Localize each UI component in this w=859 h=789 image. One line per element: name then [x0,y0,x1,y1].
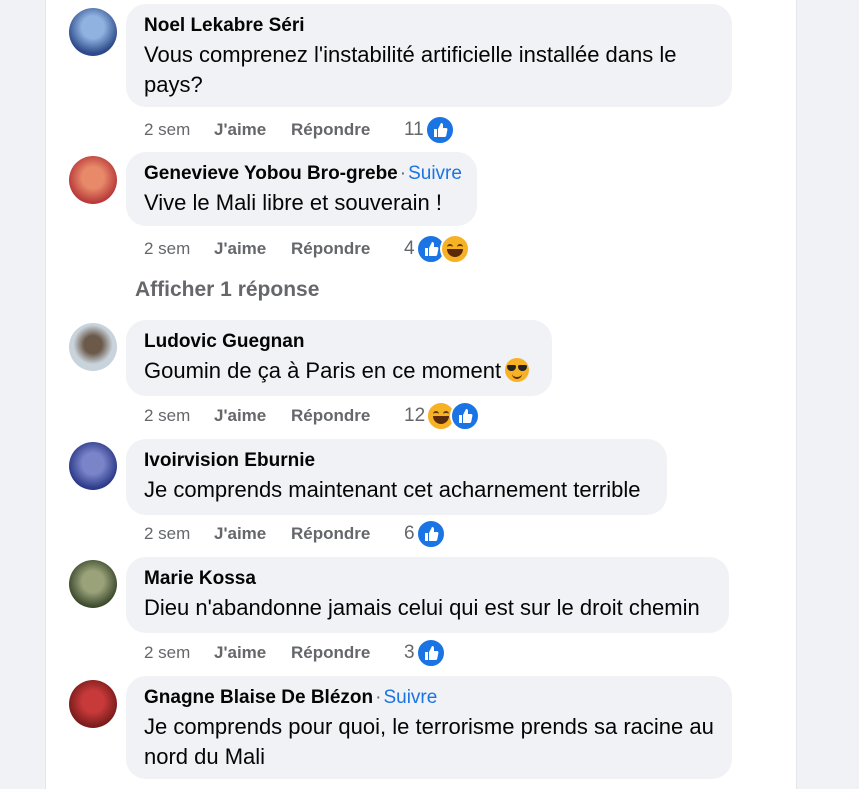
comment-bubble: Marie Kossa Dieu n'abandonne jamais celu… [126,557,729,633]
comment-bubble: Gnagne Blaise De Blézon · Suivre Je compre… [126,676,732,779]
comment-actions: 2 sem J'aime Répondre 12 [144,401,481,431]
avatar[interactable] [69,156,117,204]
author-name[interactable]: Ivoirvision Eburnie [144,450,315,471]
like-button[interactable]: J'aime [214,406,291,426]
comment-text: Je comprends maintenant cet acharnement … [144,477,641,502]
author-name[interactable]: Genevieve Yobou Bro-grebe [144,163,398,184]
timestamp[interactable]: 2 sem [144,524,214,544]
like-icon[interactable] [450,401,481,431]
timestamp[interactable]: 2 sem [144,239,214,259]
comment-bubble: Ludovic Guegnan Goumin de ça à Paris en … [126,320,552,396]
reaction-count[interactable]: 3 [404,642,415,664]
show-replies-link[interactable]: Afficher 1 réponse [135,278,319,302]
author-name[interactable]: Noel Lekabre Séri [144,15,305,36]
reply-button[interactable]: Répondre [291,406,404,426]
author-name[interactable]: Ludovic Guegnan [144,331,304,352]
haha-icon[interactable] [439,234,470,264]
comment-text: Vous comprenez l'instabilité artificiell… [144,42,677,97]
author-name[interactable]: Marie Kossa [144,568,256,589]
avatar[interactable] [69,680,117,728]
comment-bubble: Noel Lekabre Séri Vous comprenez l'insta… [126,4,732,107]
reply-button[interactable]: Répondre [291,239,404,259]
follow-link[interactable]: Suivre [383,687,437,708]
timestamp[interactable]: 2 sem [144,643,214,663]
like-button[interactable]: J'aime [214,643,291,663]
comment-actions: 2 sem J'aime Répondre 6 [144,519,446,549]
comment-actions: 2 sem J'aime Répondre 3 [144,638,446,668]
author-name[interactable]: Gnagne Blaise De Blézon [144,687,373,708]
like-icon[interactable] [424,115,455,145]
avatar[interactable] [69,560,117,608]
like-icon[interactable] [415,519,446,549]
like-button[interactable]: J'aime [214,239,291,259]
like-button[interactable]: J'aime [214,524,291,544]
reaction-count[interactable]: 6 [404,523,415,545]
timestamp[interactable]: 2 sem [144,406,214,426]
timestamp[interactable]: 2 sem [144,120,214,140]
comment-text: Vive le Mali libre et souverain ! [144,190,442,215]
like-button[interactable]: J'aime [214,120,291,140]
comment-actions: 2 sem J'aime Répondre 4 [144,234,470,264]
avatar[interactable] [69,323,117,371]
reply-button[interactable]: Répondre [291,524,404,544]
reaction-count[interactable]: 12 [404,405,425,427]
like-icon[interactable] [415,638,446,668]
reaction-count[interactable]: 11 [404,119,424,141]
reply-button[interactable]: Répondre [291,120,404,140]
comment-text: Je comprends pour quoi, le terrorisme pr… [144,714,714,769]
follow-link[interactable]: Suivre [408,163,462,184]
comment-actions: 2 sem J'aime Répondre 11 [144,115,455,145]
comment-bubble: Ivoirvision Eburnie Je comprends mainten… [126,439,667,515]
reply-button[interactable]: Répondre [291,643,404,663]
comment-text: Goumin de ça à Paris en ce moment [144,358,502,383]
avatar[interactable] [69,442,117,490]
reaction-count[interactable]: 4 [404,238,415,260]
sunglasses-emoji-icon [505,358,530,382]
comment-bubble: Genevieve Yobou Bro-grebe · Suivre Vive le… [126,152,477,226]
comment-text: Dieu n'abandonne jamais celui qui est su… [144,595,700,620]
avatar[interactable] [69,8,117,56]
